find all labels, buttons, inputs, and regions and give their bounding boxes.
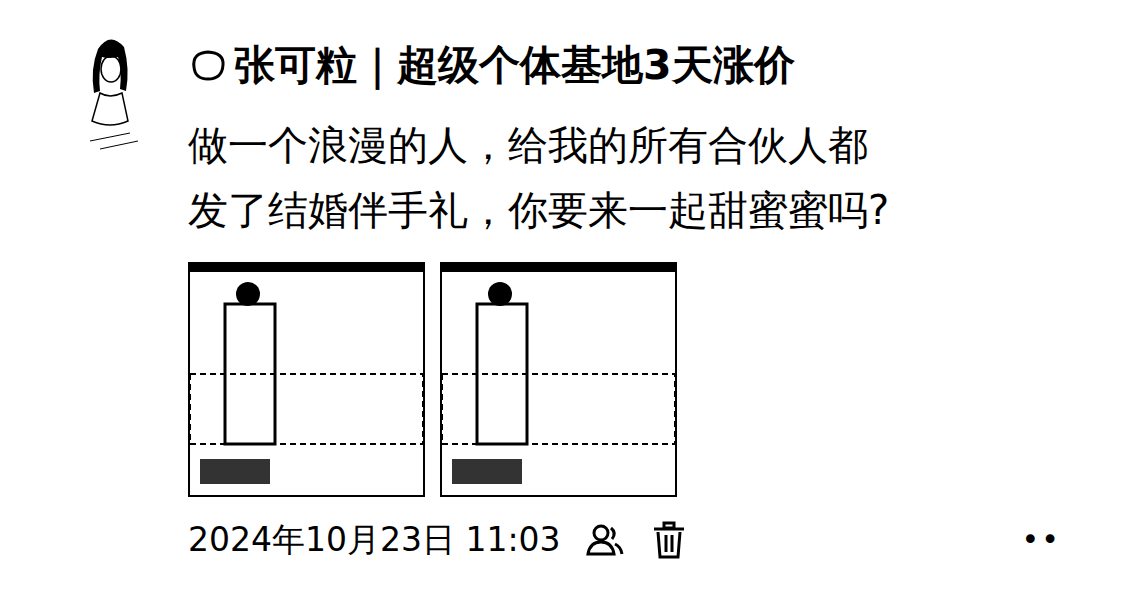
moments-post: 张可粒｜超级个体基地3天涨价 做一个浪漫的人，给我的所有合伙人都发了结婚伴手礼，…: [0, 0, 1125, 562]
text-line: 发了结婚伴手礼，你要来一起甜蜜蜜吗?: [188, 178, 1065, 243]
post-text: 做一个浪漫的人，给我的所有合伙人都发了结婚伴手礼，你要来一起甜蜜蜜吗?: [188, 113, 1065, 243]
avatar-icon[interactable]: [70, 29, 150, 159]
post-footer: 2024年10月23日 11:03 ••: [188, 518, 1065, 562]
photo[interactable]: [188, 262, 425, 497]
emoji-icon: [188, 45, 228, 85]
timestamp: 2024年10月23日 11:03: [188, 518, 561, 562]
photo-grid: [188, 262, 1065, 497]
post-content: 张可粒｜超级个体基地3天涨价 做一个浪漫的人，给我的所有合伙人都发了结婚伴手礼，…: [188, 37, 1065, 562]
trash-icon[interactable]: [649, 520, 689, 560]
text-line: 做一个浪漫的人，给我的所有合伙人都: [188, 113, 1065, 178]
more-button[interactable]: ••: [1022, 518, 1065, 562]
photo[interactable]: [440, 262, 677, 497]
author-name[interactable]: 张可粒｜超级个体基地3天涨价: [188, 37, 1065, 93]
visibility-icon[interactable]: [585, 520, 625, 560]
author-text[interactable]: 张可粒｜超级个体基地3天涨价: [234, 37, 795, 93]
